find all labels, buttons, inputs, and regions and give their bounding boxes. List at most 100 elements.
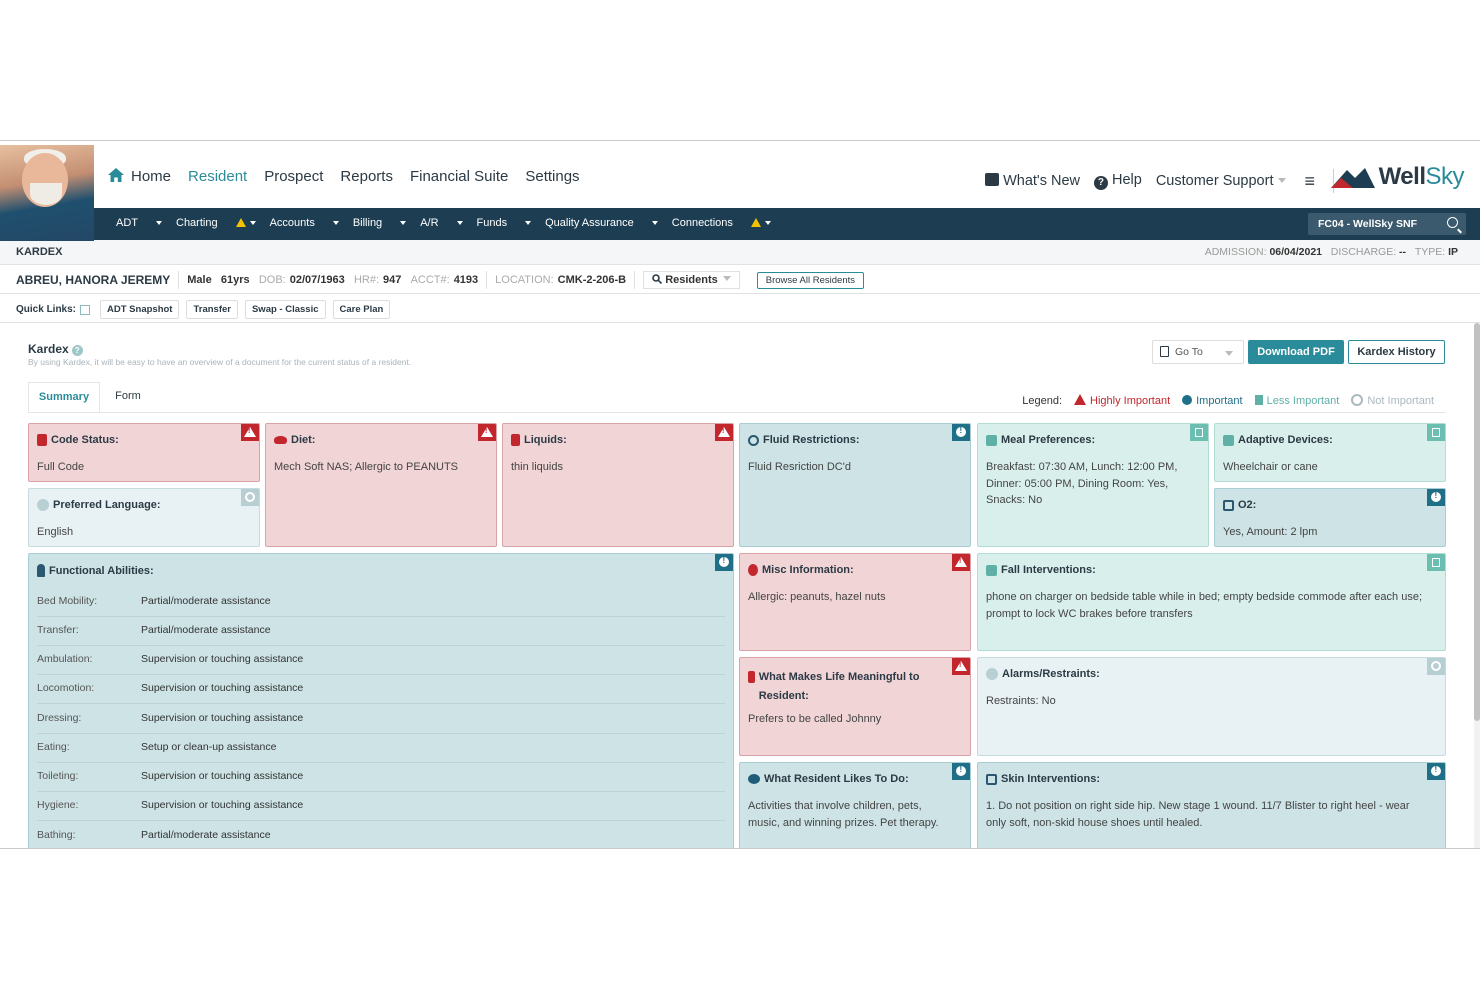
menu-adt-label: ADT (116, 217, 138, 229)
heart-icon (748, 774, 760, 784)
card-fluid-restrictions[interactable]: Fluid Restrictions: Fluid Resriction DC'… (739, 423, 971, 547)
browse-all-residents-button[interactable]: Browse All Residents (756, 271, 864, 289)
menu-ar[interactable]: A/R (420, 217, 463, 229)
nav-settings[interactable]: Settings (525, 168, 579, 185)
ability-value: Partial/moderate assistance (141, 624, 271, 636)
edit-icon[interactable] (80, 304, 91, 315)
tab-form[interactable]: Form (108, 382, 148, 412)
card-misc-information[interactable]: Misc Information: Allergic: peanuts, haz… (739, 553, 971, 651)
card-adaptive-devices[interactable]: Adaptive Devices: Wheelchair or cane (1214, 423, 1446, 482)
highly-important-badge (715, 424, 733, 441)
caret-down-icon (456, 221, 463, 225)
legend-important: Important (1182, 394, 1243, 407)
caret-down-icon (332, 221, 339, 225)
card-body: Prefers to be called Johnny (748, 713, 882, 725)
menu-accounts[interactable]: Accounts (270, 217, 339, 229)
legend-highly-important: Highly Important (1074, 394, 1170, 407)
card-liquids[interactable]: Liquids: thin liquids (502, 423, 734, 547)
card-life-meaningful[interactable]: What Makes Life Meaningful to Resident: … (739, 657, 971, 756)
card-body: phone on charger on bedside table while … (986, 591, 1423, 620)
download-pdf-button[interactable]: Download PDF (1248, 340, 1344, 364)
whats-new-link[interactable]: What's New (985, 173, 1080, 189)
menu-charting[interactable]: Charting (176, 217, 256, 229)
card-title: What Makes Life Meaningful to Resident: (758, 671, 920, 702)
language-icon (37, 499, 49, 511)
caret-down-icon (156, 221, 162, 225)
support-label: Customer Support (1155, 173, 1274, 189)
menu-funds[interactable]: Funds (477, 217, 532, 229)
glass-icon (511, 434, 520, 446)
card-o2[interactable]: O2: Yes, Amount: 2 lpm (1214, 488, 1446, 547)
card-meal-preferences[interactable]: Meal Preferences: Breakfast: 07:30 AM, L… (977, 423, 1209, 547)
card-body: Allergic: peanuts, hazel nuts (748, 591, 886, 603)
document-search-icon (1160, 346, 1169, 357)
ability-value: Partial/moderate assistance (141, 829, 271, 841)
important-badge (952, 763, 970, 780)
menu-accounts-label: Accounts (269, 217, 315, 229)
card-diet[interactable]: Diet: Mech Soft NAS; Allergic to PEANUTS (265, 423, 497, 547)
card-resident-likes[interactable]: What Resident Likes To Do: Activities th… (739, 762, 971, 848)
card-body: Full Code (37, 461, 85, 473)
card-alarms-restraints[interactable]: Alarms/Restraints: Restraints: No (977, 657, 1446, 756)
card-title: What Resident Likes To Do: (764, 773, 909, 785)
wheelchair-icon (1223, 434, 1234, 446)
residents-dropdown[interactable]: Residents (643, 271, 740, 289)
menu-connections[interactable]: Connections (672, 217, 771, 229)
quick-link-adt-snapshot[interactable]: ADT Snapshot (100, 300, 180, 319)
ability-label: Hygiene: (37, 799, 79, 811)
nav-prospect[interactable]: Prospect (264, 168, 323, 185)
nav-home[interactable]: Home (108, 168, 171, 185)
tab-summary[interactable]: Summary (28, 382, 100, 412)
question-icon[interactable]: ? (71, 345, 83, 356)
menu-billing[interactable]: Billing (353, 217, 407, 229)
menu-adt[interactable]: ADT (116, 217, 162, 229)
search-icon[interactable] (1447, 217, 1458, 228)
kardex-history-button[interactable]: Kardex History (1348, 340, 1445, 364)
clipboard-icon (37, 434, 47, 446)
highly-important-badge (952, 554, 970, 571)
page-scrollbar[interactable] (1474, 323, 1480, 848)
card-skin-interventions[interactable]: Skin Interventions: 1. Do not position o… (977, 762, 1446, 848)
circle-icon (1351, 394, 1364, 406)
kardex-subtitle: By using Kardex, it will be easy to have… (28, 357, 412, 367)
help-link[interactable]: ? Help (1093, 172, 1142, 190)
card-functional-abilities[interactable]: Functional Abilities: Bed Mobility: Parti… (28, 553, 734, 848)
card-code-status[interactable]: Code Status: Full Code (28, 423, 260, 482)
caret-down-icon (525, 221, 532, 225)
quick-link-care-plan[interactable]: Care Plan (332, 300, 391, 319)
chevron-down-icon (722, 276, 731, 281)
facility-label: FC04 - WellSky SNF (1318, 218, 1418, 230)
menu-quality-assurance[interactable]: Quality Assurance (545, 217, 658, 229)
card-preferred-language[interactable]: Preferred Language: English (28, 488, 260, 547)
facility-selector[interactable]: FC04 - WellSky SNF (1308, 213, 1466, 235)
hamburger-menu-icon[interactable]: ≡ (1304, 171, 1315, 192)
warning-triangle-icon (1074, 394, 1087, 405)
discharge-label: DISCHARGE: (1330, 246, 1397, 258)
legend-no-label: Not Important (1367, 395, 1434, 407)
logo-mountain-icon (1330, 168, 1375, 188)
legend-hi-label: Highly Important (1090, 395, 1171, 407)
customer-support-menu[interactable]: Customer Support (1156, 173, 1287, 189)
legend-label: Legend: (1022, 394, 1063, 407)
menu-charting-label: Charting (176, 217, 218, 229)
resident-photo (0, 145, 94, 241)
nav-financial-suite[interactable]: Financial Suite (410, 168, 508, 185)
highly-important-badge (478, 424, 496, 441)
quick-link-transfer[interactable]: Transfer (186, 300, 238, 319)
nav-resident[interactable]: Resident (188, 168, 247, 185)
card-title: Fluid Restrictions: (763, 434, 860, 446)
resident-dob: 02/07/1963 (289, 274, 345, 286)
scrollbar-thumb[interactable] (1474, 323, 1480, 721)
goto-dropdown[interactable]: Go To (1152, 340, 1244, 364)
quick-link-swap-classic[interactable]: Swap - Classic (244, 300, 326, 319)
acct-label: ACCT#: (410, 274, 450, 286)
resident-sex: Male (187, 274, 212, 286)
ability-value: Supervision or touching assistance (141, 682, 304, 694)
card-fall-interventions[interactable]: Fall Interventions: phone on charger on … (977, 553, 1446, 651)
card-title: Diet: (291, 434, 316, 446)
nav-reports[interactable]: Reports (340, 168, 393, 185)
chevron-down-icon (1278, 178, 1287, 183)
legend-less-important: Less Important (1254, 394, 1339, 407)
kardex-title: Kardex? (28, 342, 83, 356)
menu-funds-label: Funds (476, 217, 508, 229)
